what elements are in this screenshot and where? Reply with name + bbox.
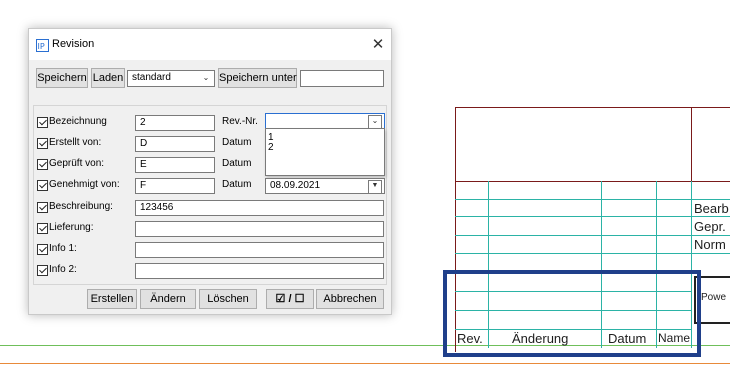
label-datum-erstellt: Datum: [222, 137, 252, 148]
chevron-down-icon: ⌄: [202, 73, 210, 82]
label-info1: Info 1:: [49, 243, 77, 254]
profile-select[interactable]: standard ⌄: [127, 70, 215, 87]
dialog-title: Revision: [52, 38, 95, 50]
input-beschreibung[interactable]: 123456: [135, 200, 384, 216]
row-label-gepr: Gepr.: [694, 219, 726, 234]
input-bezeichnung[interactable]: 2: [135, 115, 215, 131]
calendar-dropdown-icon[interactable]: ▼: [368, 180, 382, 193]
label-datum-geprueft: Datum: [222, 158, 252, 169]
cancel-button[interactable]: Abbrechen: [316, 289, 384, 309]
load-button[interactable]: Laden: [91, 68, 125, 88]
checkbox-geprueft-von[interactable]: [37, 159, 48, 170]
save-button[interactable]: Speichern: [36, 68, 88, 88]
label-datum-genehmigt: Datum: [222, 179, 252, 190]
change-button[interactable]: Ändern: [140, 289, 196, 309]
input-lieferung[interactable]: [135, 221, 384, 237]
save-as-button[interactable]: Speichern unter: [218, 68, 297, 88]
input-geprueft-von[interactable]: E: [135, 157, 215, 173]
label-beschreibung: Beschreibung:: [49, 201, 113, 212]
checkbox-info1[interactable]: [37, 244, 48, 255]
label-erstellt-von: Erstellt von:: [49, 137, 102, 148]
input-genehmigt-von[interactable]: F: [135, 178, 215, 194]
checkbox-genehmigt-von[interactable]: [37, 180, 48, 191]
profile-select-value: standard: [132, 72, 171, 83]
power-text: Powe: [701, 292, 727, 303]
date-picker-value: 08.09.2021: [270, 180, 321, 191]
checkbox-erstellt-von[interactable]: [37, 138, 48, 149]
app-icon: IP: [36, 37, 49, 52]
orange-guide-line: [0, 363, 730, 364]
row-label-bearb: Bearb: [694, 201, 729, 216]
chevron-down-icon: ⌄: [368, 115, 382, 129]
label-geprueft-von: Geprüft von:: [49, 158, 105, 169]
delete-button[interactable]: Löschen: [199, 289, 257, 309]
create-button[interactable]: Erstellen: [87, 289, 137, 309]
date-picker-genehmigt[interactable]: 08.09.2021 ▼: [265, 178, 385, 194]
highlight-box: [443, 270, 701, 357]
toggle-all-checkboxes-button[interactable]: ☑ / ☐: [266, 289, 314, 309]
input-erstellt-von[interactable]: D: [135, 136, 215, 152]
label-info2: Info 2:: [49, 264, 77, 275]
rev-nr-option-1[interactable]: 1: [266, 133, 384, 143]
label-bezeichnung: Bezeichnung: [49, 116, 107, 127]
dialog-titlebar[interactable]: IP Revision ✕: [29, 29, 391, 60]
close-icon[interactable]: ✕: [369, 34, 387, 54]
checkbox-info2[interactable]: [37, 265, 48, 276]
checkbox-bezeichnung[interactable]: [37, 117, 48, 128]
rev-nr-dropdown-list: 1 2: [265, 128, 385, 176]
svg-text:IP: IP: [38, 42, 45, 51]
input-info1[interactable]: [135, 242, 384, 258]
revision-dialog: IP Revision ✕ Speichern Laden standard ⌄…: [28, 28, 392, 315]
checkbox-lieferung[interactable]: [37, 223, 48, 234]
label-genehmigt-von: Genehmigt von:: [49, 179, 120, 190]
save-as-name-input[interactable]: [300, 70, 384, 87]
input-info2[interactable]: [135, 263, 384, 279]
label-rev-nr: Rev.-Nr.: [222, 116, 258, 127]
label-lieferung: Lieferung:: [49, 222, 94, 233]
rev-nr-option-2[interactable]: 2: [266, 143, 384, 153]
row-label-norm: Norm: [694, 237, 726, 252]
checkbox-beschreibung[interactable]: [37, 202, 48, 213]
